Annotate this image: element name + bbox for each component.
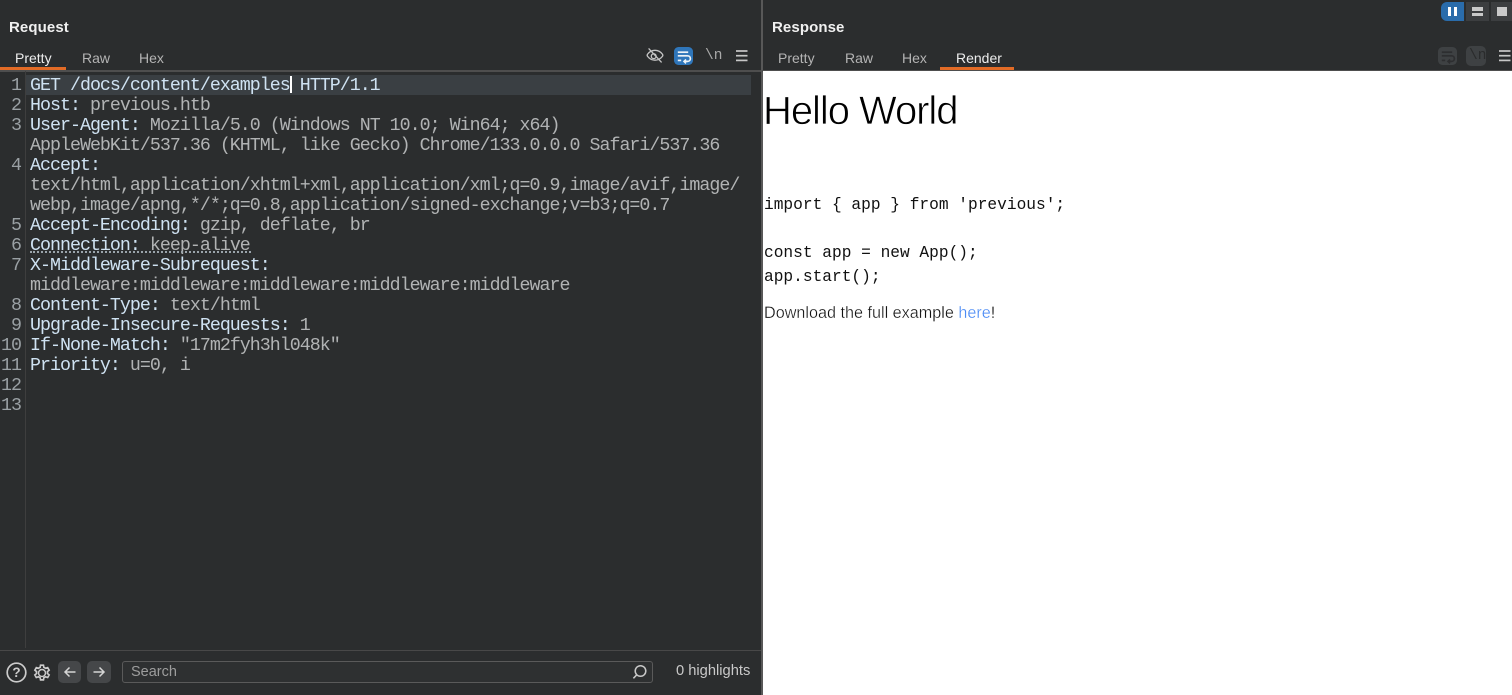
svg-text:?: ? [12,665,20,680]
